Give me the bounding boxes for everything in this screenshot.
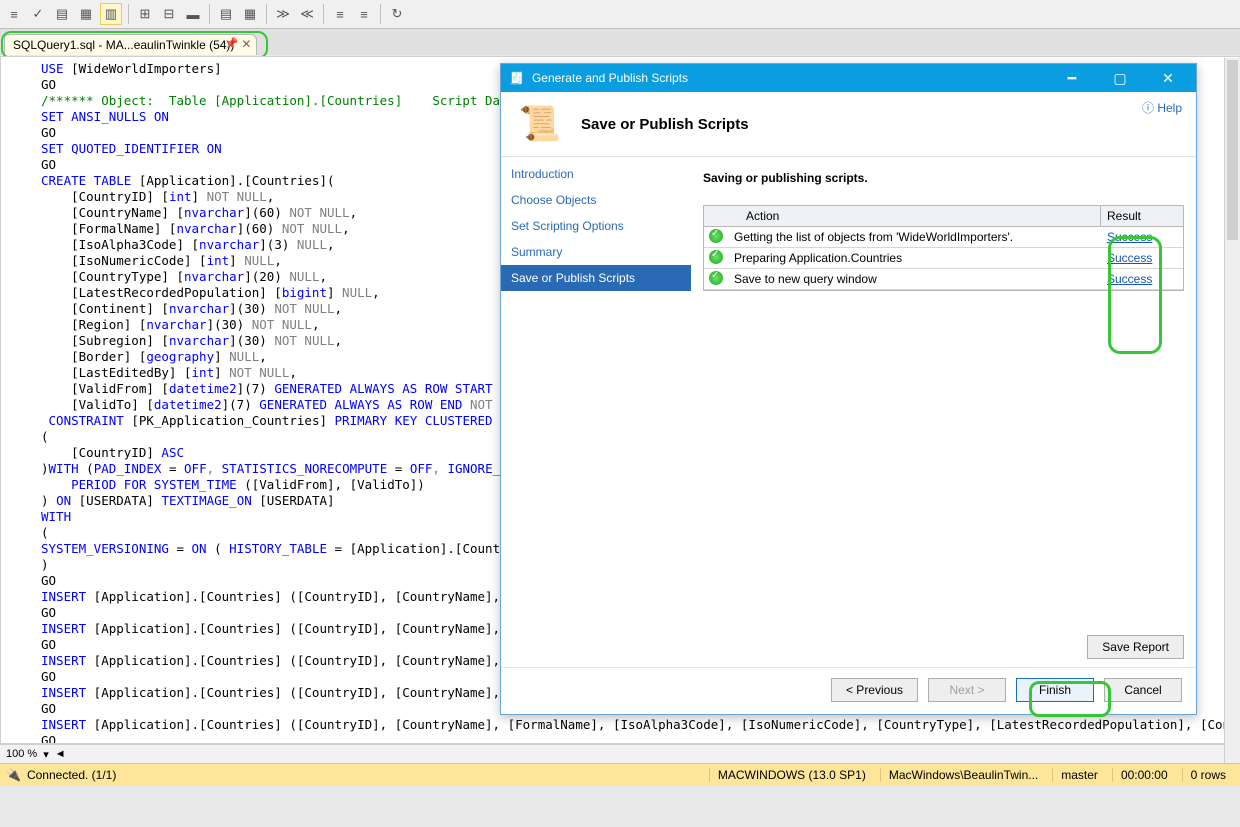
refresh-btn[interactable]: ↻ xyxy=(387,4,407,24)
dialog-button-row: < Previous Next > Finish Cancel xyxy=(501,667,1196,714)
pin-icon[interactable]: 📌 xyxy=(225,37,239,50)
toolbar-separator xyxy=(266,4,267,24)
status-server: MACWINDOWS (13.0 SP1) xyxy=(709,768,874,782)
vertical-scrollbar[interactable] xyxy=(1224,58,1240,763)
dialog-title-text: Generate and Publish Scripts xyxy=(532,71,688,85)
result-action: Save to new query window xyxy=(728,269,1101,289)
scrollbar-thumb[interactable] xyxy=(1227,60,1238,240)
tool-btn-2[interactable]: ✓ xyxy=(28,4,48,24)
file-tab-active[interactable]: SQLQuery1.sql - MA...eaulinTwinkle (54))… xyxy=(4,34,257,55)
dialog-title-icon: 🧾 xyxy=(509,71,524,85)
minimize-button[interactable]: ━ xyxy=(1052,70,1092,87)
script-icon: 📜 xyxy=(515,100,565,148)
dialog-header: 📜 Save or Publish Scripts xyxy=(501,92,1196,157)
dialog-body: IntroductionChoose ObjectsSet Scripting … xyxy=(501,157,1196,667)
tool-btn-10[interactable]: ▦ xyxy=(240,4,260,24)
nav-item-set-scripting-options[interactable]: Set Scripting Options xyxy=(501,213,691,239)
dialog-main: ⓘ Help Saving or publishing scripts. Act… xyxy=(691,157,1196,667)
success-icon xyxy=(709,271,723,285)
results-header-row: Action Result xyxy=(704,206,1183,227)
result-action: Preparing Application.Countries xyxy=(728,248,1101,268)
status-rows: 0 rows xyxy=(1182,768,1234,782)
comment-btn[interactable]: ≡ xyxy=(330,4,350,24)
tool-btn-4[interactable]: ▦ xyxy=(76,4,96,24)
outdent-btn[interactable]: ≪ xyxy=(297,4,317,24)
tool-btn-8[interactable]: ▬ xyxy=(183,4,203,24)
col-action: Action xyxy=(740,206,1101,226)
connection-icon: 🔌 xyxy=(6,768,21,782)
zoom-dropdown-icon[interactable]: ▾ xyxy=(43,748,49,761)
nav-item-save-or-publish-scripts[interactable]: Save or Publish Scripts xyxy=(501,265,691,291)
tool-btn-9[interactable]: ▤ xyxy=(216,4,236,24)
tool-btn-7[interactable]: ⊟ xyxy=(159,4,179,24)
status-connection: Connected. (1/1) xyxy=(27,768,116,782)
dialog-heading: Save or Publish Scripts xyxy=(581,116,749,133)
document-tabs: SQLQuery1.sql - MA...eaulinTwinkle (54))… xyxy=(0,29,1240,55)
close-button[interactable]: ✕ xyxy=(1148,70,1188,87)
save-report-button[interactable]: Save Report xyxy=(1087,635,1184,659)
toolbar-separator xyxy=(128,4,129,24)
tool-btn-1[interactable]: ≡ xyxy=(4,4,24,24)
secondary-toolbar: ≡ ✓ ▤ ▦ ▥ ⊞ ⊟ ▬ ▤ ▦ ≫ ≪ ≡ ≡ ↻ xyxy=(0,0,1240,29)
previous-button[interactable]: < Previous xyxy=(831,678,918,702)
finish-button[interactable]: Finish xyxy=(1016,678,1094,702)
toolbar-separator xyxy=(323,4,324,24)
status-database: master xyxy=(1052,768,1106,782)
nav-item-introduction[interactable]: Introduction xyxy=(501,161,691,187)
col-result: Result xyxy=(1101,206,1183,226)
result-status: Success xyxy=(1101,269,1183,289)
zoom-value[interactable]: 100 % xyxy=(6,748,37,760)
tool-btn-5[interactable]: ▥ xyxy=(100,3,122,25)
nav-item-choose-objects[interactable]: Choose Objects xyxy=(501,187,691,213)
cancel-button[interactable]: Cancel xyxy=(1104,678,1182,702)
result-status: Success xyxy=(1101,227,1183,247)
result-row: Preparing Application.CountriesSuccess xyxy=(704,248,1183,269)
nav-item-summary[interactable]: Summary xyxy=(501,239,691,265)
result-status: Success xyxy=(1101,248,1183,268)
status-bar: 🔌 Connected. (1/1) MACWINDOWS (13.0 SP1)… xyxy=(0,763,1240,786)
toolbar-separator xyxy=(209,4,210,24)
success-icon xyxy=(709,250,723,264)
result-row: Save to new query windowSuccess xyxy=(704,269,1183,290)
file-tab-label: SQLQuery1.sql - MA...eaulinTwinkle (54)) xyxy=(13,38,234,52)
status-duration: 00:00:00 xyxy=(1112,768,1176,782)
close-icon[interactable]: ✕ xyxy=(241,37,251,51)
dialog-nav: IntroductionChoose ObjectsSet Scripting … xyxy=(501,157,691,667)
tool-btn-3[interactable]: ▤ xyxy=(52,4,72,24)
result-action: Getting the list of objects from 'WideWo… xyxy=(728,227,1101,247)
zoom-bar: 100 % ▾ ◄ xyxy=(0,744,1240,763)
toolbar-separator xyxy=(380,4,381,24)
status-user: MacWindows\BeaulinTwin... xyxy=(880,768,1046,782)
tool-btn-6[interactable]: ⊞ xyxy=(135,4,155,24)
indent-btn[interactable]: ≫ xyxy=(273,4,293,24)
dialog-subheading: Saving or publishing scripts. xyxy=(703,171,1184,185)
results-table: Action Result Getting the list of object… xyxy=(703,205,1184,291)
dialog-titlebar[interactable]: 🧾 Generate and Publish Scripts ━ ▢ ✕ xyxy=(501,64,1196,92)
generate-scripts-dialog: 🧾 Generate and Publish Scripts ━ ▢ ✕ 📜 S… xyxy=(500,63,1197,715)
next-button: Next > xyxy=(928,678,1006,702)
hscroll-left-icon[interactable]: ◄ xyxy=(55,748,66,760)
help-icon: ⓘ xyxy=(1142,101,1157,115)
success-icon xyxy=(709,229,723,243)
uncomment-btn[interactable]: ≡ xyxy=(354,4,374,24)
maximize-button[interactable]: ▢ xyxy=(1100,70,1140,87)
result-row: Getting the list of objects from 'WideWo… xyxy=(704,227,1183,248)
help-link[interactable]: ⓘ Help xyxy=(1142,99,1182,116)
